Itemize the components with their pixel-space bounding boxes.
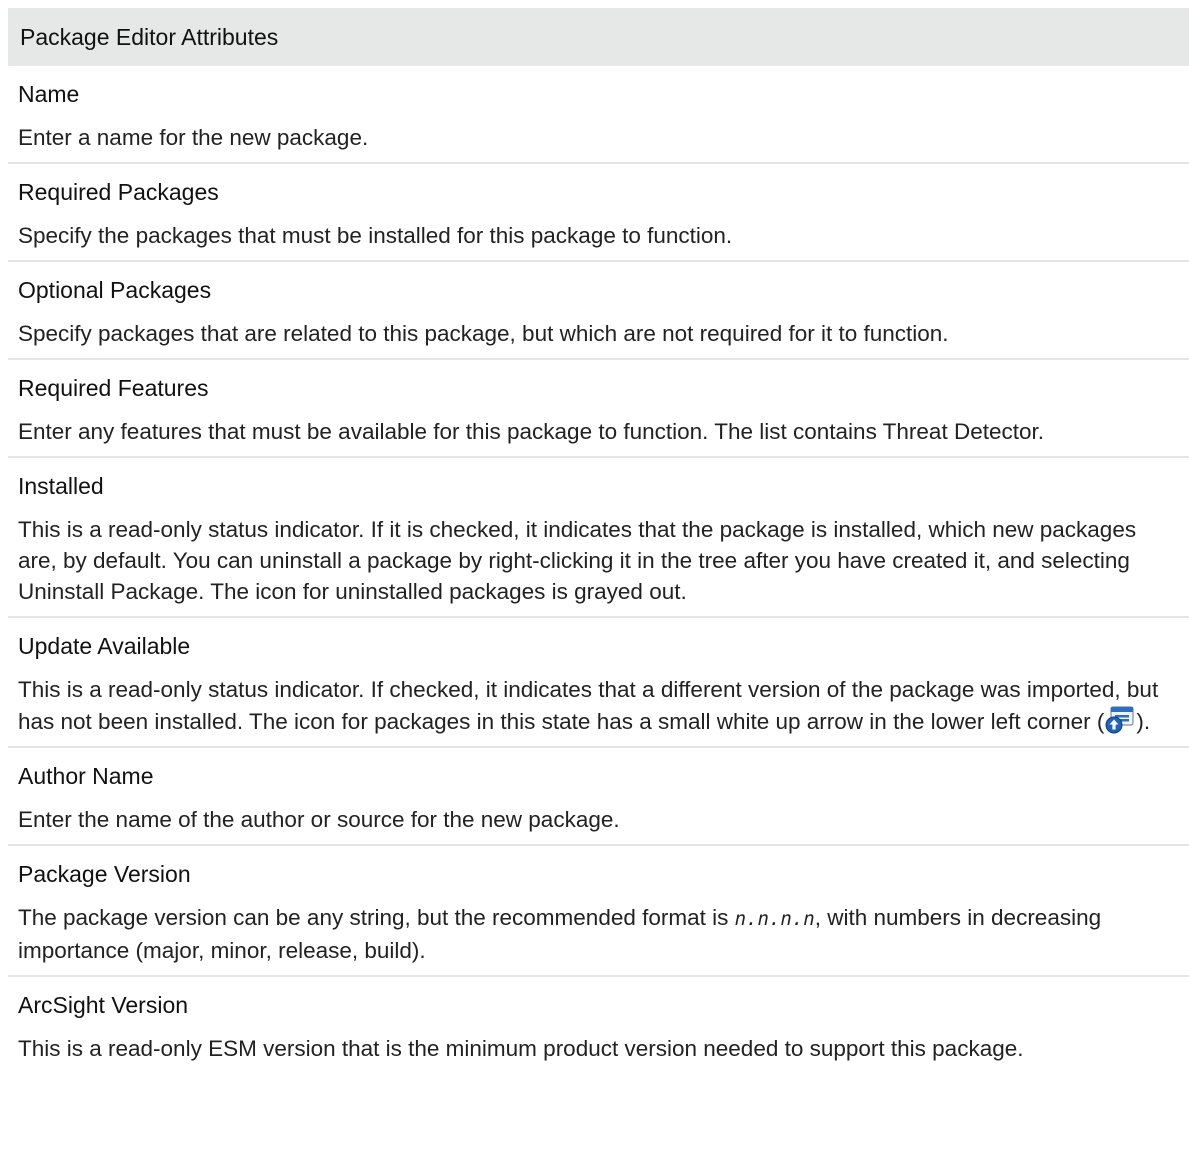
package-update-icon bbox=[1104, 705, 1136, 735]
attribute-name: Required Packages bbox=[18, 179, 219, 205]
description-text: The package version can be any string, b… bbox=[18, 905, 735, 930]
attribute-description: Enter any features that must be availabl… bbox=[18, 419, 1044, 444]
attribute-name: Author Name bbox=[18, 763, 154, 789]
attribute-description: Enter a name for the new package. bbox=[18, 125, 369, 150]
attribute-name: Optional Packages bbox=[18, 277, 212, 303]
attributes-table: Package Editor Attributes Name Enter a n… bbox=[8, 8, 1189, 1073]
attribute-description: This is a read-only ESM version that is … bbox=[18, 1036, 1024, 1061]
description-text: This is a read-only status indicator. If… bbox=[18, 677, 1159, 734]
attribute-description: Specify packages that are related to thi… bbox=[18, 321, 949, 346]
table-row: Package Version The package version can … bbox=[8, 846, 1189, 977]
attribute-name: Required Features bbox=[18, 375, 209, 401]
attribute-description: The package version can be any string, b… bbox=[18, 902, 1179, 975]
table-row: Installed This is a read-only status ind… bbox=[8, 458, 1189, 618]
attribute-name: ArcSight Version bbox=[18, 992, 189, 1018]
table-header: Package Editor Attributes bbox=[8, 8, 1189, 66]
attribute-description: Specify the packages that must be instal… bbox=[18, 223, 733, 248]
attribute-name: Update Available bbox=[18, 633, 191, 659]
table-row: Author Name Enter the name of the author… bbox=[8, 748, 1189, 846]
description-text: ). bbox=[1136, 709, 1151, 734]
table-row: Required Packages Specify the packages t… bbox=[8, 164, 1189, 262]
attribute-name: Installed bbox=[18, 473, 104, 499]
table-row: Update Available This is a read-only sta… bbox=[8, 618, 1189, 748]
table-row: ArcSight Version This is a read-only ESM… bbox=[8, 977, 1189, 1073]
table-row: Optional Packages Specify packages that … bbox=[8, 262, 1189, 360]
attribute-name: Name bbox=[18, 81, 80, 107]
attribute-description: This is a read-only status indicator. If… bbox=[18, 674, 1179, 746]
attribute-name: Package Version bbox=[18, 861, 191, 887]
attribute-description: Enter the name of the author or source f… bbox=[18, 807, 620, 832]
attribute-description: This is a read-only status indicator. If… bbox=[18, 517, 1137, 604]
table-row: Name Enter a name for the new package. bbox=[8, 66, 1189, 164]
version-format-code: n.n.n.n bbox=[734, 908, 815, 930]
table-row: Required Features Enter any features tha… bbox=[8, 360, 1189, 458]
